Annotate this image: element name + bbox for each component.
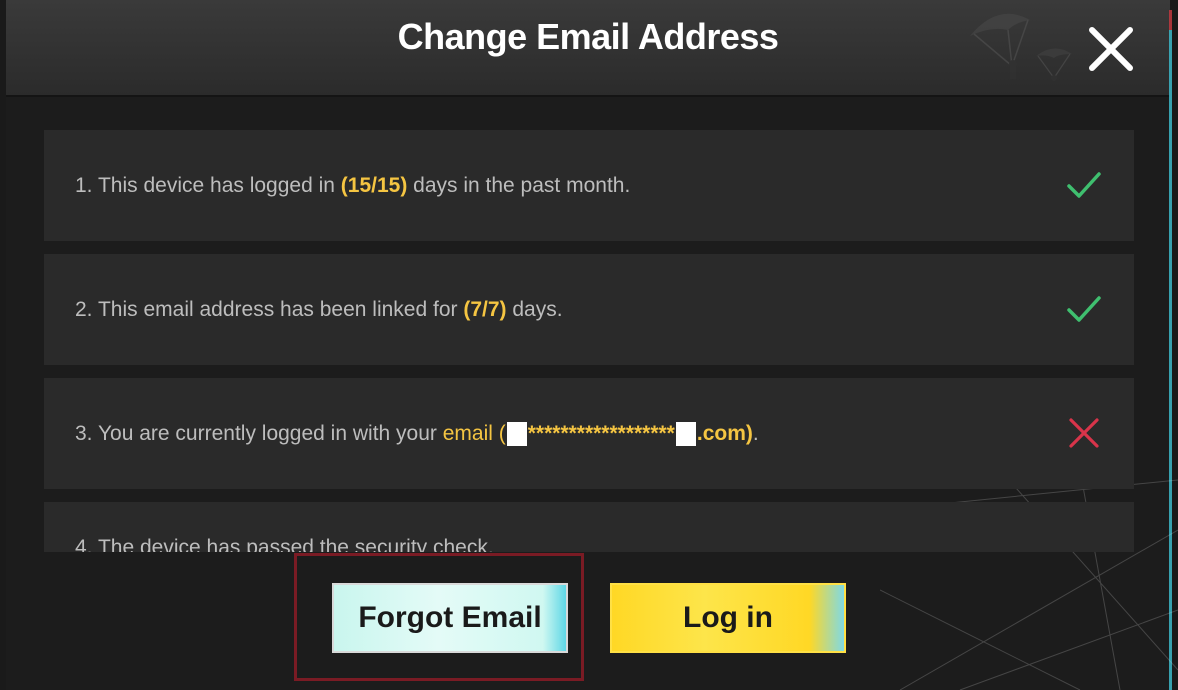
close-button[interactable] <box>1080 18 1142 80</box>
email-domain-end: .com) <box>696 422 753 445</box>
close-icon <box>1089 27 1133 71</box>
condition-item-email-linked: 2. This email address has been linked fo… <box>44 254 1134 365</box>
redaction-mask <box>675 422 696 447</box>
condition-item-security-check: 4. The device has passed the security ch… <box>44 502 1134 552</box>
condition-item-login-days: 1. This device has logged in (15/15) day… <box>44 130 1134 241</box>
log-in-button[interactable]: Log in <box>610 583 846 653</box>
condition-text: 4. The device has passed the security ch… <box>75 536 494 552</box>
condition-prefix: 2. This email address has been linked fo… <box>75 298 464 321</box>
check-icon <box>1067 172 1101 198</box>
condition-item-current-email: 3. You are currently logged in with your… <box>44 378 1134 489</box>
conditions-list[interactable]: 1. This device has logged in (15/15) day… <box>44 130 1134 552</box>
condition-highlight: (15/15) <box>340 174 408 197</box>
email-label: email ( <box>442 422 506 445</box>
condition-suffix: . <box>752 422 759 445</box>
condition-prefix: 1. This device has logged in <box>75 174 341 197</box>
change-email-dialog: Change Email Address 1. This device has … <box>0 0 1178 690</box>
condition-text: 3. You are currently logged in with your… <box>75 378 759 489</box>
condition-suffix: days in the past month. <box>407 174 631 197</box>
cross-icon <box>1069 418 1099 448</box>
condition-highlight: (7/7) <box>463 298 507 321</box>
check-icon <box>1067 296 1101 322</box>
condition-prefix: 3. You are currently logged in with your <box>75 422 443 445</box>
condition-text: 1. This device has logged in (15/15) day… <box>75 130 630 241</box>
condition-text: 2. This email address has been linked fo… <box>75 254 563 365</box>
masked-email: ****************** <box>527 422 675 445</box>
parachute-decoration-icon <box>970 13 1072 81</box>
forgot-email-button[interactable]: Forgot Email <box>332 583 568 653</box>
condition-suffix: days. <box>506 298 563 321</box>
redaction-mask <box>506 422 527 447</box>
